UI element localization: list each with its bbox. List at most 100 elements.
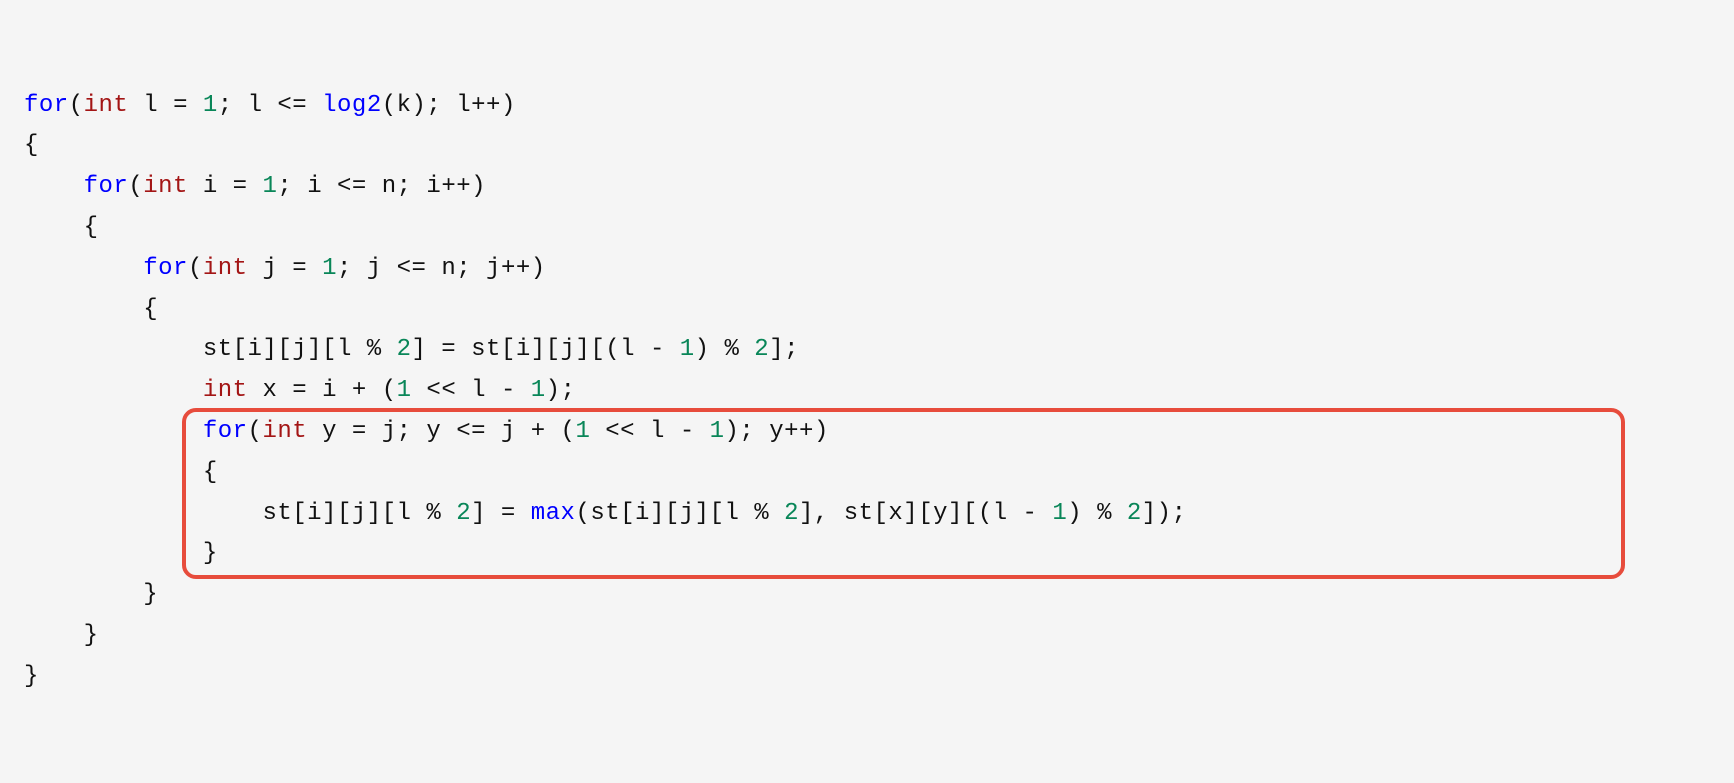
token-id: ]	[411, 336, 441, 363]
token-num: 2	[784, 500, 799, 527]
token-id: )	[695, 336, 725, 363]
token-op: +	[531, 418, 546, 445]
code-line: st[i][j][l % 2] = max(st[i][j][l % 2], s…	[24, 494, 1734, 535]
token-type: int	[84, 92, 129, 119]
token-op: +	[352, 377, 367, 404]
token-id	[516, 500, 531, 527]
token-punc: )	[531, 255, 546, 282]
token-id: j	[486, 418, 531, 445]
code-line: for(int i = 1; i <= n; i++)	[24, 167, 1734, 208]
token-op: %	[1097, 500, 1112, 527]
token-type: int	[143, 173, 188, 200]
token-id	[188, 92, 203, 119]
token-id	[307, 255, 322, 282]
token-op: ++	[784, 418, 814, 445]
token-punc: (	[248, 418, 263, 445]
token-num: 1	[203, 92, 218, 119]
token-id	[769, 500, 784, 527]
token-id: (k); l	[382, 92, 471, 119]
code-line: int x = i + (1 << l - 1);	[24, 371, 1734, 412]
token-kw: for	[143, 255, 188, 282]
token-punc: )	[471, 173, 486, 200]
token-op: -	[680, 418, 695, 445]
code-line: st[i][j][l % 2] = st[i][j][(l - 1) % 2];	[24, 330, 1734, 371]
token-id: j	[248, 255, 293, 282]
token-func: max	[531, 500, 576, 527]
token-op: -	[1023, 500, 1038, 527]
token-punc: {	[24, 459, 218, 486]
token-num: 1	[531, 377, 546, 404]
token-id: l	[456, 377, 501, 404]
token-id: i	[307, 377, 352, 404]
token-op: =	[292, 377, 307, 404]
token-id	[665, 336, 680, 363]
token-punc: (	[188, 255, 203, 282]
token-id: (st[i][j][l	[575, 500, 754, 527]
code-line: for(int j = 1; j <= n; j++)	[24, 249, 1734, 290]
token-op: ++	[441, 173, 471, 200]
token-id: y	[307, 418, 352, 445]
token-id	[516, 377, 531, 404]
token-id	[24, 173, 84, 200]
token-num: 1	[575, 418, 590, 445]
token-op: =	[441, 336, 456, 363]
token-num: 2	[754, 336, 769, 363]
token-id	[1112, 500, 1127, 527]
token-id: n; j	[426, 255, 501, 282]
token-op: =	[173, 92, 188, 119]
code-line: {	[24, 126, 1734, 167]
token-num: 2	[1127, 500, 1142, 527]
token-id: j; y	[367, 418, 456, 445]
token-id	[24, 255, 143, 282]
token-id	[307, 92, 322, 119]
token-id: ; i	[277, 173, 337, 200]
token-id	[441, 500, 456, 527]
token-op: %	[426, 500, 441, 527]
token-punc: }	[24, 540, 218, 567]
token-id: ; l	[218, 92, 278, 119]
token-id	[739, 336, 754, 363]
code-line: {	[24, 290, 1734, 331]
code-lines: for(int l = 1; l <= log2(k); l++){ for(i…	[24, 86, 1734, 698]
token-type: int	[203, 377, 248, 404]
token-op: =	[501, 500, 516, 527]
token-op: <=	[277, 92, 307, 119]
token-op: ++	[471, 92, 501, 119]
token-id	[590, 418, 605, 445]
token-kw: for	[84, 173, 129, 200]
token-kw: for	[24, 92, 69, 119]
code-block: for(int l = 1; l <= log2(k); l++){ for(i…	[0, 0, 1734, 783]
token-id: ); y	[725, 418, 785, 445]
token-func: log2	[322, 92, 382, 119]
token-num: 2	[456, 500, 471, 527]
token-id: ], st[x][y][(l	[799, 500, 1023, 527]
code-line: }	[24, 534, 1734, 575]
token-num: 1	[1052, 500, 1067, 527]
token-id: ]);	[1142, 500, 1187, 527]
token-id: l	[128, 92, 173, 119]
token-punc: }	[24, 663, 39, 690]
code-line: {	[24, 208, 1734, 249]
token-op: -	[501, 377, 516, 404]
token-id: );	[546, 377, 576, 404]
token-punc: )	[814, 418, 829, 445]
code-line: }	[24, 616, 1734, 657]
token-id: )	[1067, 500, 1097, 527]
token-id: i	[188, 173, 233, 200]
code-line: }	[24, 657, 1734, 698]
token-id	[248, 173, 263, 200]
token-punc: {	[24, 296, 158, 323]
code-line: for(int y = j; y <= j + (1 << l - 1); y+…	[24, 412, 1734, 453]
token-id: ]	[471, 500, 501, 527]
token-num: 1	[397, 377, 412, 404]
token-id: ];	[769, 336, 799, 363]
token-num: 1	[710, 418, 725, 445]
token-punc: (	[128, 173, 143, 200]
token-id: l	[635, 418, 680, 445]
token-num: 2	[397, 336, 412, 363]
token-kw: for	[203, 418, 248, 445]
token-op: %	[724, 336, 739, 363]
token-id: (	[546, 418, 576, 445]
token-num: 1	[322, 255, 337, 282]
token-id: x	[248, 377, 293, 404]
